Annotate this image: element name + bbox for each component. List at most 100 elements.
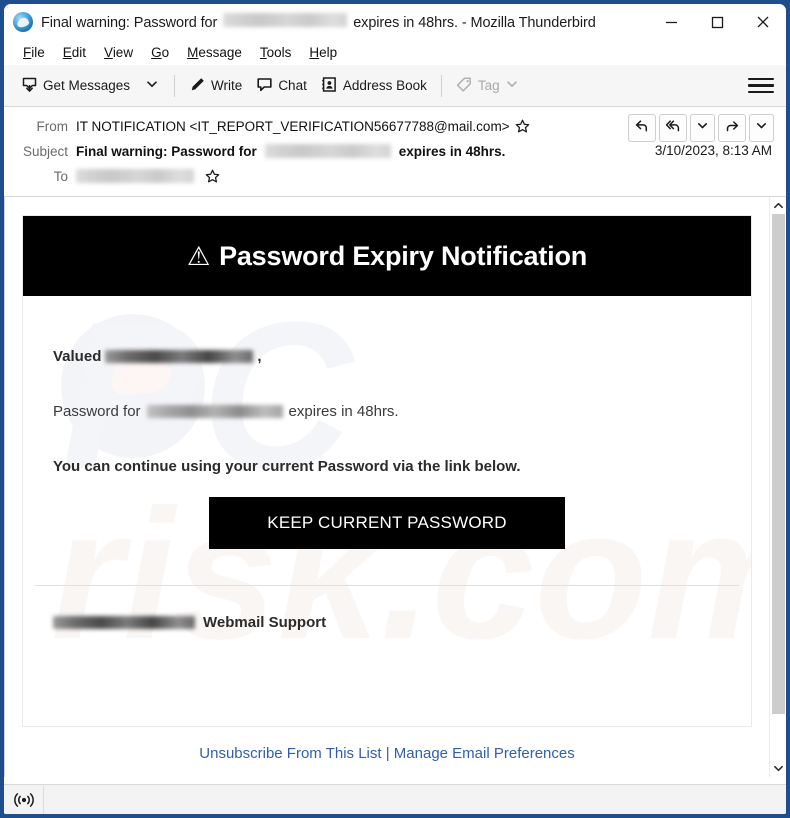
window-title-suffix: expires in 48hrs. - Mozilla Thunderbird bbox=[353, 15, 596, 31]
window-title-prefix: Final warning: Password for bbox=[41, 15, 218, 31]
pencil-icon bbox=[189, 76, 206, 96]
scroll-up-button[interactable] bbox=[770, 197, 786, 214]
statusbar bbox=[4, 784, 786, 814]
toolbar-separator-2 bbox=[440, 74, 442, 97]
address-book-button[interactable]: Address Book bbox=[314, 71, 434, 101]
to-label: To bbox=[53, 168, 68, 184]
redacted-email-to[interactable] bbox=[76, 169, 194, 183]
thunderbird-icon bbox=[13, 12, 33, 32]
email-banner: ⚠ Password Expiry Notification bbox=[23, 216, 751, 296]
get-messages-label: Get Messages bbox=[43, 77, 131, 93]
chevron-down-icon bbox=[755, 119, 768, 137]
forward-arrow-icon bbox=[724, 118, 740, 139]
maximize-button[interactable] bbox=[694, 4, 740, 40]
message-date: 3/10/2023, 8:13 AM bbox=[654, 143, 772, 158]
toolbar-separator bbox=[174, 74, 176, 97]
chat-button[interactable]: Chat bbox=[249, 71, 314, 101]
toolbar: Get Messages Write Chat Address Book Tag bbox=[4, 65, 786, 107]
chevron-down-icon bbox=[145, 77, 159, 94]
menu-message[interactable]: Message bbox=[178, 43, 251, 62]
subject-value-wrap: Final warning: Password for expires in 4… bbox=[76, 144, 505, 159]
redacted-email-greeting bbox=[105, 350, 254, 363]
redacted-email-expiry bbox=[146, 405, 283, 418]
email-body: Valued , Password for expires in 48hrs. … bbox=[23, 296, 751, 549]
download-inbox-icon bbox=[21, 76, 38, 96]
greeting-suffix: , bbox=[257, 348, 262, 365]
reply-all-button[interactable] bbox=[659, 114, 687, 142]
expiry-prefix: Password for bbox=[53, 403, 141, 420]
chevron-down-icon bbox=[696, 119, 709, 137]
menu-edit[interactable]: Edit bbox=[54, 43, 95, 62]
message-header: From IT NOTIFICATION <IT_REPORT_VERIFICA… bbox=[4, 107, 786, 197]
address-book-label: Address Book bbox=[342, 77, 427, 93]
email-signature: Webmail Support bbox=[23, 586, 751, 665]
banner-title: Password Expiry Notification bbox=[219, 240, 588, 271]
to-row: To bbox=[14, 165, 776, 187]
from-value-wrap: IT NOTIFICATION <IT_REPORT_VERIFICATION5… bbox=[76, 119, 530, 134]
cta-wrapper: KEEP CURRENT PASSWORD bbox=[53, 497, 721, 549]
close-button[interactable] bbox=[740, 4, 786, 40]
menu-file[interactable]: File bbox=[14, 43, 54, 62]
menu-view[interactable]: View bbox=[95, 43, 142, 62]
tag-icon bbox=[456, 76, 473, 96]
tag-button[interactable]: Tag bbox=[449, 71, 526, 101]
subject-suffix: expires in 48hrs. bbox=[398, 143, 506, 159]
reply-button[interactable] bbox=[628, 114, 656, 142]
vertical-scrollbar[interactable] bbox=[769, 197, 786, 777]
expiry-suffix: expires in 48hrs. bbox=[288, 403, 399, 420]
window-controls bbox=[648, 4, 786, 40]
star-outline-icon[interactable] bbox=[205, 169, 220, 184]
subject-prefix: Final warning: Password for bbox=[76, 143, 257, 159]
contact-card-icon bbox=[321, 76, 338, 96]
scroll-down-button[interactable] bbox=[770, 760, 786, 777]
titlebar: Final warning: Password for expires in 4… bbox=[4, 4, 786, 40]
thunderbird-window: Final warning: Password for expires in 4… bbox=[0, 0, 790, 818]
footer-separator: | bbox=[385, 745, 390, 762]
instruction-line: You can continue using your current Pass… bbox=[53, 458, 521, 475]
expiry-line: Password for expires in 48hrs. bbox=[53, 403, 721, 420]
redacted-email-signature bbox=[53, 616, 195, 629]
reply-arrow-icon bbox=[634, 118, 650, 139]
get-messages-button[interactable]: Get Messages bbox=[14, 71, 137, 101]
chevron-down-icon bbox=[505, 77, 519, 94]
window-inner: Final warning: Password for expires in 4… bbox=[4, 4, 786, 814]
warning-triangle-icon: ⚠ bbox=[186, 240, 211, 271]
write-button[interactable]: Write bbox=[182, 71, 249, 101]
reply-all-arrow-icon bbox=[665, 118, 681, 139]
more-actions-button[interactable] bbox=[749, 114, 774, 142]
speech-bubble-icon bbox=[256, 76, 273, 96]
from-value[interactable]: IT NOTIFICATION <IT_REPORT_VERIFICATION5… bbox=[76, 119, 510, 134]
get-messages-dropdown-button[interactable] bbox=[137, 71, 167, 101]
signature-suffix: Webmail Support bbox=[203, 614, 327, 631]
redacted-email-subject bbox=[264, 144, 391, 158]
keep-current-password-button[interactable]: KEEP CURRENT PASSWORD bbox=[209, 497, 565, 549]
scrollbar-track[interactable] bbox=[770, 214, 786, 760]
tag-label: Tag bbox=[477, 77, 500, 93]
menu-help[interactable]: Help bbox=[300, 43, 346, 62]
message-pane: PC risk.com ⚠ Password Expiry Notificati… bbox=[4, 197, 786, 777]
unsubscribe-link[interactable]: Unsubscribe From This List bbox=[199, 745, 381, 762]
scrollbar-thumb[interactable] bbox=[772, 214, 785, 714]
from-label: From bbox=[36, 118, 69, 134]
window-title: Final warning: Password for expires in 4… bbox=[41, 13, 596, 31]
manage-preferences-link[interactable]: Manage Email Preferences bbox=[394, 745, 575, 762]
email-content-card: PC risk.com ⚠ Password Expiry Notificati… bbox=[22, 215, 752, 727]
reply-more-button[interactable] bbox=[690, 114, 715, 142]
write-label: Write bbox=[211, 77, 243, 93]
broadcast-online-icon[interactable] bbox=[4, 785, 44, 814]
redacted-email-title bbox=[223, 13, 348, 27]
greeting-line: Valued , bbox=[53, 348, 721, 365]
chat-label: Chat bbox=[278, 77, 307, 93]
message-scroll-area: PC risk.com ⚠ Password Expiry Notificati… bbox=[5, 197, 769, 777]
menu-go[interactable]: Go bbox=[142, 43, 178, 62]
greeting-prefix: Valued bbox=[53, 348, 102, 365]
star-outline-icon[interactable] bbox=[515, 119, 530, 134]
menu-tools[interactable]: Tools bbox=[251, 43, 301, 62]
minimize-button[interactable] bbox=[648, 4, 694, 40]
subject-label: Subject bbox=[22, 143, 68, 159]
message-actions bbox=[628, 114, 774, 142]
forward-button[interactable] bbox=[718, 114, 746, 142]
menubar: File Edit View Go Message Tools Help bbox=[4, 40, 786, 65]
hamburger-menu-icon[interactable] bbox=[748, 73, 774, 99]
to-value-wrap bbox=[76, 169, 220, 184]
